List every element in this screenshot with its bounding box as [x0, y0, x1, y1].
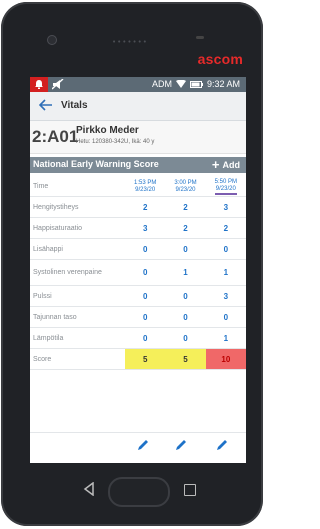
battery-icon	[189, 80, 203, 88]
cell-value: 0	[205, 306, 246, 328]
pencil-icon[interactable]	[175, 438, 188, 451]
date-value: 9/23/20	[135, 186, 156, 193]
pencil-icon[interactable]	[216, 438, 229, 451]
score-label: Score	[30, 348, 125, 370]
table-row: Hengitystiheys 2 2 3	[30, 196, 246, 218]
phone-device: ••••••• ascom ADM 9:32 AM Vitals 2:A01 P…	[1, 2, 263, 526]
status-indicators: ADM 9:32 AM	[152, 79, 240, 89]
row-label: Hengitystiheys	[30, 196, 125, 218]
table-row: Lämpötila 0 0 1	[30, 327, 246, 349]
cell-value: 0	[125, 238, 166, 260]
cell-value: 0	[165, 285, 206, 307]
time-column-3[interactable]: 5:50 PM 9/23/20	[205, 177, 246, 197]
selected-time-column: 5:50 PM 9/23/20	[214, 178, 237, 195]
wifi-icon	[175, 80, 186, 88]
cell-value: 0	[125, 285, 166, 307]
score-value-critical: 10	[205, 348, 246, 370]
row-label: Happisaturaatio	[30, 217, 125, 239]
row-label: Tajunnan taso	[30, 306, 125, 328]
device-top-bezel: ••••••• ascom	[1, 2, 263, 88]
bed-number: 2:A01	[32, 127, 79, 146]
time-column-2[interactable]: 3:00 PM 9/23/20	[165, 177, 206, 197]
sound-off-icon	[52, 79, 64, 90]
nav-back-icon[interactable]	[83, 482, 95, 496]
time-label: Time	[30, 177, 125, 197]
news-title: National Early Warning Score	[33, 159, 159, 169]
cell-value: 3	[125, 217, 166, 239]
alarm-indicator[interactable]	[30, 77, 48, 92]
proximity-sensor	[196, 36, 204, 39]
back-arrow-icon[interactable]	[39, 98, 53, 112]
recent-apps-icon[interactable]	[184, 484, 196, 496]
cell-value: 2	[165, 217, 206, 239]
home-button[interactable]	[108, 477, 170, 507]
network-label: ADM	[151, 79, 172, 89]
cell-value: 0	[205, 238, 246, 260]
cell-value: 1	[205, 259, 246, 286]
bell-icon	[35, 80, 43, 89]
time-column-1[interactable]: 1:53 PM 9/23/20	[125, 177, 166, 197]
cell-value: 0	[165, 306, 206, 328]
cell-value: 0	[165, 238, 206, 260]
clock: 9:32 AM	[206, 79, 240, 89]
add-label: Add	[222, 159, 241, 170]
row-label: Lämpötila	[30, 327, 125, 349]
cell-value: 0	[165, 327, 206, 349]
time-value: 5:50 PM	[214, 178, 237, 185]
cell-value: 3	[205, 196, 246, 218]
time-value: 3:00 PM	[174, 179, 197, 186]
table-row: Tajunnan taso 0 0 0	[30, 306, 246, 328]
row-label: Pulssi	[30, 285, 125, 307]
cell-value: 1	[205, 327, 246, 349]
score-value-warning: 5	[165, 348, 206, 370]
news-section-header: National Early Warning Score + Add	[30, 157, 246, 173]
cell-value: 2	[205, 217, 246, 239]
pencil-icon[interactable]	[137, 438, 150, 451]
earpiece-speaker: •••••••	[112, 38, 148, 46]
add-button[interactable]: + Add	[212, 158, 240, 171]
cell-value: 3	[205, 285, 246, 307]
score-row: Score 5 5 10	[30, 348, 246, 370]
page-title: Vitals	[61, 100, 88, 111]
patient-name: Pirkko Meder	[76, 125, 139, 136]
date-value: 9/23/20	[215, 185, 236, 192]
patient-details: Hetu: 120380-342U, Ikä: 40 y	[76, 139, 155, 145]
cell-value: 2	[125, 196, 166, 218]
status-bar: ADM 9:32 AM	[30, 77, 246, 92]
edit-toolbar	[30, 432, 246, 457]
row-label: Systolinen verenpaine	[30, 259, 125, 286]
cell-value: 0	[125, 259, 166, 286]
vitals-table: Time 1:53 PM 9/23/20 3:00 PM 9/23/20 5:50 …	[30, 177, 246, 370]
time-row: Time 1:53 PM 9/23/20 3:00 PM 9/23/20 5:50 …	[30, 177, 246, 197]
patient-card[interactable]: 2:A01 Pirkko Meder Hetu: 120380-342U, Ik…	[30, 121, 246, 154]
cell-value: 1	[165, 259, 206, 286]
cell-value: 0	[125, 306, 166, 328]
table-row: Systolinen verenpaine 0 1 1	[30, 259, 246, 286]
app-screen: ADM 9:32 AM Vitals 2:A01 Pirkko Meder He…	[30, 77, 246, 463]
time-value: 1:53 PM	[133, 179, 157, 186]
date-value: 9/23/20	[175, 186, 196, 193]
plus-icon: +	[211, 157, 220, 172]
table-row: Pulssi 0 0 3	[30, 285, 246, 307]
cell-value: 0	[125, 327, 166, 349]
table-row: Lisähappi 0 0 0	[30, 238, 246, 260]
cell-value: 2	[165, 196, 206, 218]
row-label: Lisähappi	[30, 238, 125, 260]
app-bar: Vitals	[30, 92, 246, 121]
front-camera	[47, 35, 57, 45]
android-navigation-bar	[1, 472, 263, 512]
table-row: Happisaturaatio 3 2 2	[30, 217, 246, 239]
score-value-warning: 5	[125, 348, 166, 370]
brand-logo: ascom	[197, 51, 243, 67]
